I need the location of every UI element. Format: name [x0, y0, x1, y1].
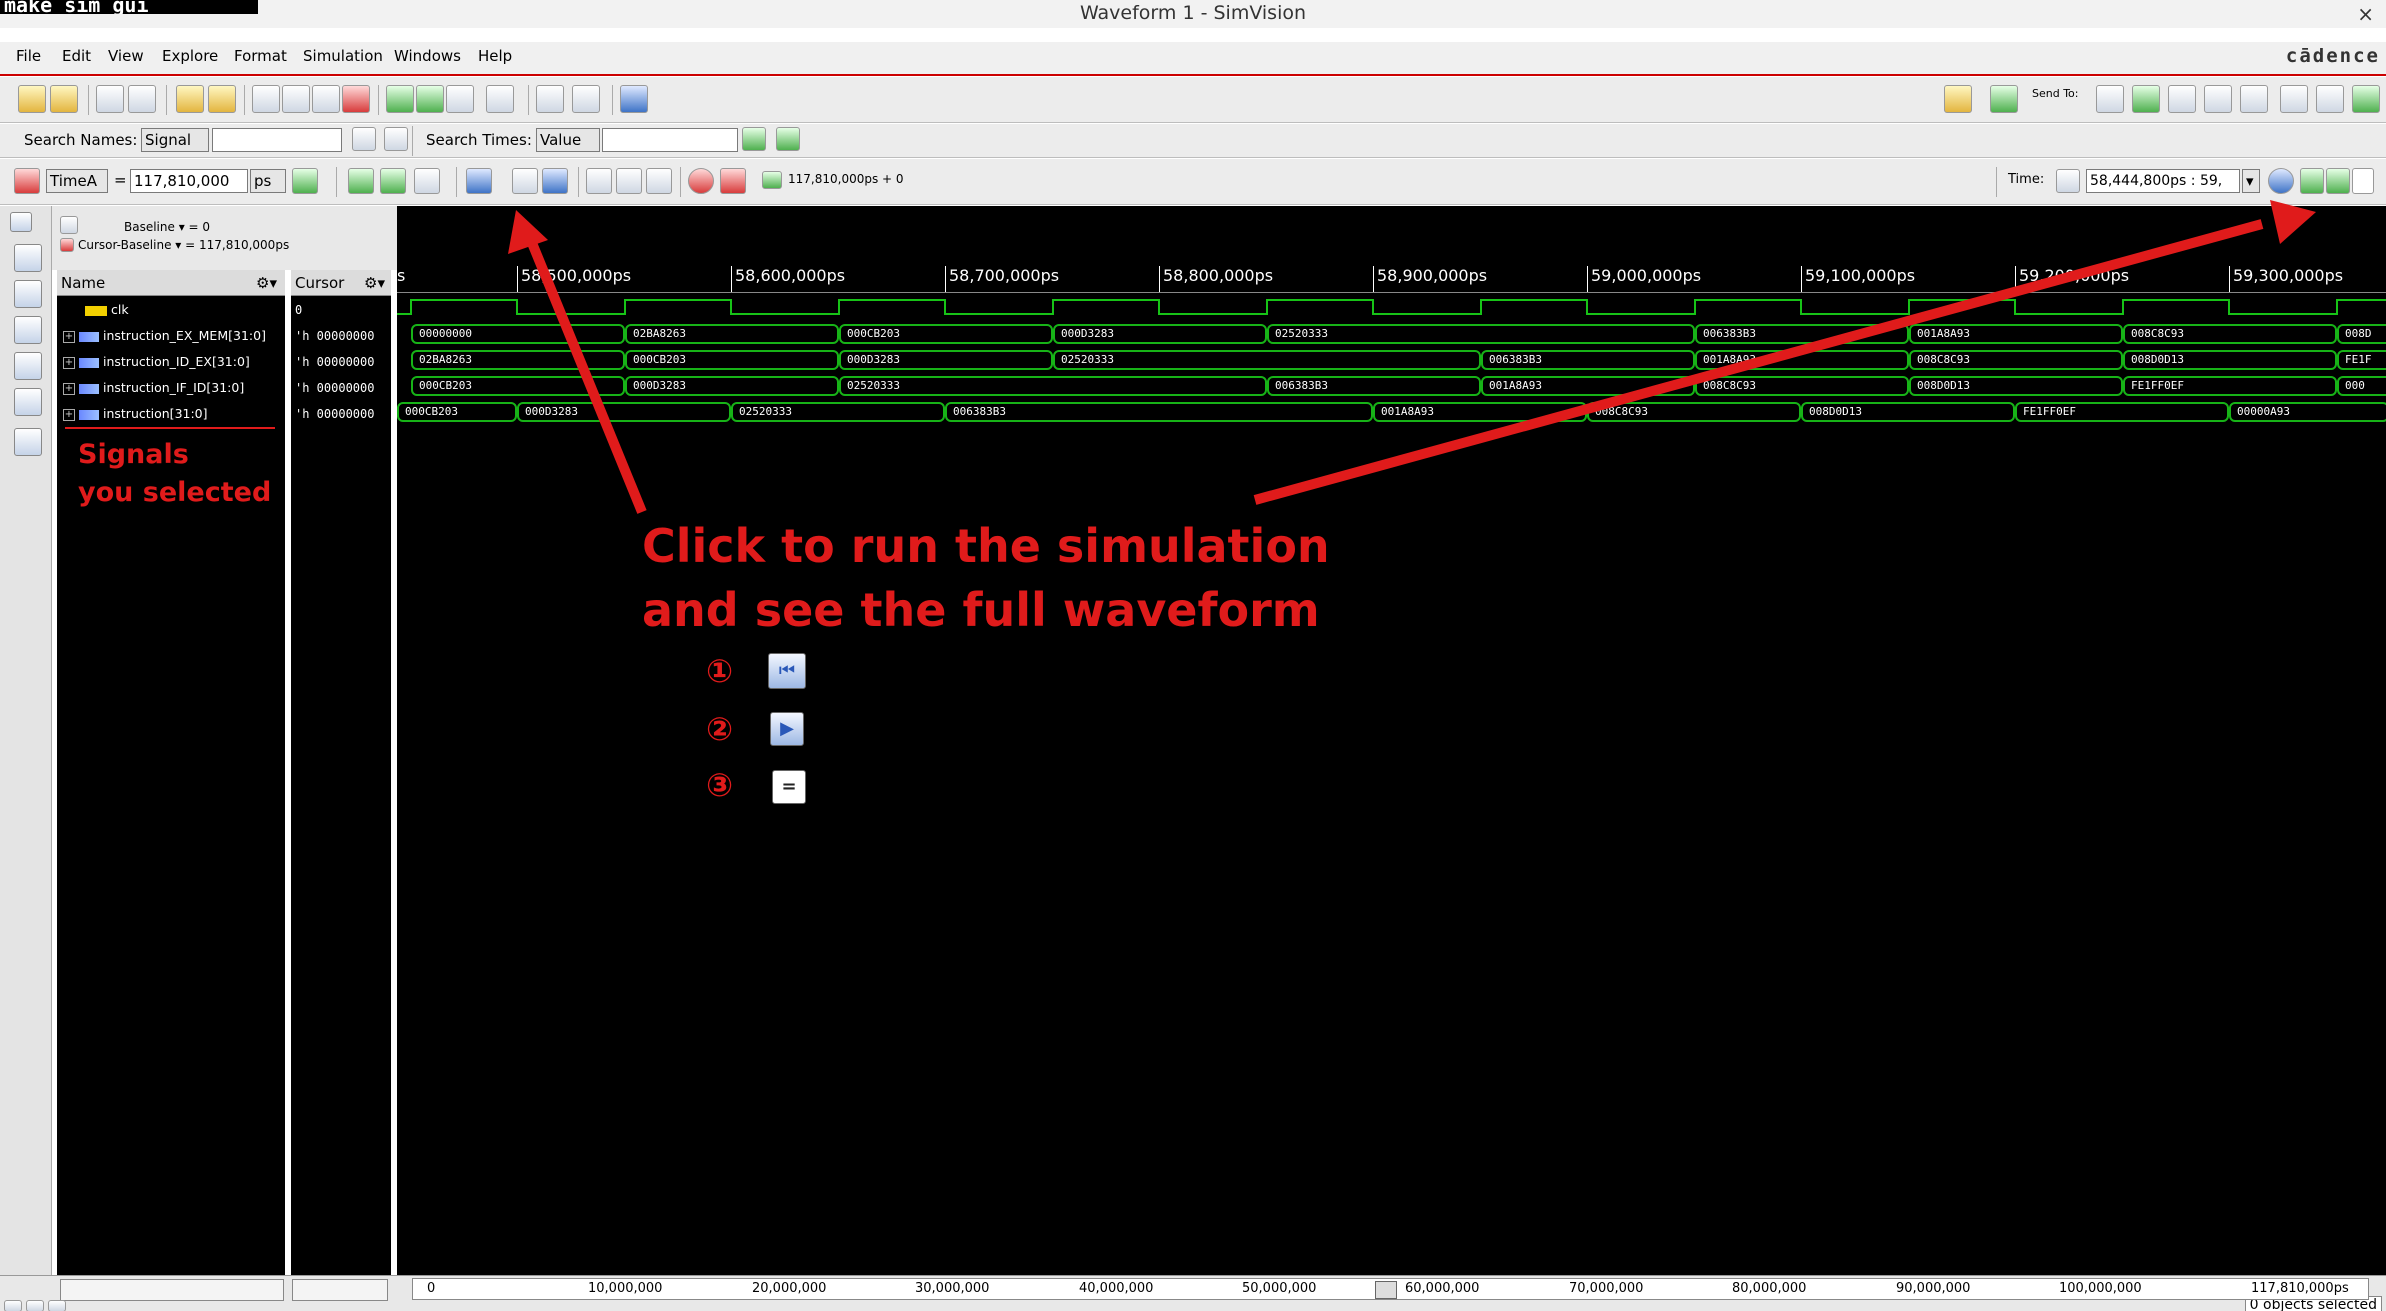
- step-1-number: ①: [706, 652, 734, 690]
- annotation-signals-label: Signals you selected: [78, 436, 271, 512]
- arrow-head: [508, 210, 548, 254]
- rewind-to-start-icon: ⏮: [768, 653, 806, 689]
- annotation-arrows: [508, 200, 2316, 514]
- step-2-number: ②: [706, 710, 734, 748]
- arrow-to-zoom-full-button: [1253, 219, 2264, 505]
- run-icon: ▶: [770, 712, 804, 746]
- step-3-number: ③: [706, 766, 734, 804]
- arrow-head: [2270, 200, 2316, 244]
- annotation-signals-line1: Signals: [78, 439, 189, 470]
- arrow-to-run-button: [525, 236, 647, 514]
- annotation-signals-line2: you selected: [78, 477, 272, 508]
- annotation-instructions: Click to run the simulation and see the …: [642, 514, 1330, 642]
- zoom-full-icon: =: [772, 770, 806, 804]
- annotation-instruction-line1: Click to run the simulation: [642, 519, 1330, 573]
- annotation-instruction-line2: and see the full waveform: [642, 583, 1320, 637]
